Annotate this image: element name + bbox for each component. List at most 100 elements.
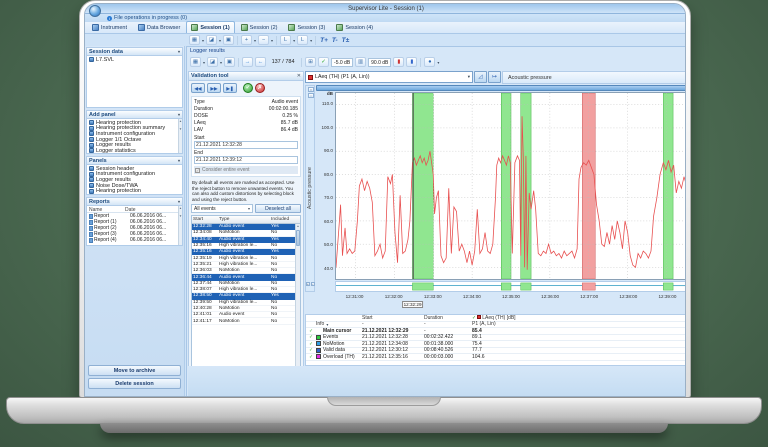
chevron-down-icon[interactable]: ▾ <box>271 38 273 43</box>
start-input[interactable]: 21.12.2021 12:32:28 <box>194 141 298 149</box>
scrollbar[interactable]: ▲▼ <box>178 206 182 245</box>
dock-icon[interactable]: ▫ <box>308 93 314 98</box>
app-logo-icon[interactable] <box>89 5 101 17</box>
checkbox[interactable]: ✓ <box>195 168 200 173</box>
chevron-down-icon[interactable]: ▾ <box>293 38 295 43</box>
zoom-out-icon[interactable]: − <box>258 35 269 45</box>
time-history-plot[interactable] <box>336 93 686 279</box>
event-filter-select[interactable]: All events ▾ <box>191 204 253 213</box>
close-icon[interactable]: ✕ <box>297 73 301 79</box>
series-selector[interactable]: LAeq (TH) (P1 (A, Lin)) ▾ <box>305 71 473 83</box>
range-low-field[interactable]: -5.0 dB <box>331 58 353 67</box>
panels-header[interactable]: Panels ▾ <box>86 156 183 165</box>
ribbon-tab[interactable]: Instrument <box>87 21 132 33</box>
end-input[interactable]: 21.12.2021 12:39:12 <box>194 156 298 164</box>
plus-icon[interactable]: + <box>306 282 310 286</box>
chevron-down-icon[interactable]: ▾ <box>202 38 204 43</box>
horizontal-zoom-bar[interactable] <box>316 85 686 91</box>
chart-type-icon[interactable]: ◪ <box>207 57 218 67</box>
accept-icon[interactable]: ✓ <box>318 57 329 67</box>
range-high-field[interactable]: 90.0 dB <box>368 58 391 67</box>
marker-swatch <box>316 341 321 346</box>
chevron-down-icon[interactable]: ▾ <box>203 60 205 65</box>
session-data-header[interactable]: Session data ▾ <box>86 47 183 56</box>
summary-row-name: Events <box>323 334 338 340</box>
marker-swatch <box>316 348 321 353</box>
chevron-down-icon[interactable]: ▾ <box>310 38 312 43</box>
summary-row[interactable]: ✓ Overload (TH) 21.12.2021 12:35:16 00:0… <box>306 354 686 361</box>
gallery-icon[interactable]: ▣ <box>224 57 235 67</box>
marker-blue-icon[interactable]: ▮ <box>406 57 417 67</box>
accept-event-button[interactable]: ✓ <box>243 83 253 93</box>
chevron-down-icon[interactable]: ▾ <box>219 38 221 43</box>
save-icon[interactable]: ▥ <box>355 57 366 67</box>
time-zoom-in-button[interactable]: T+ <box>319 37 329 44</box>
table-icon[interactable]: ▦ <box>190 57 201 67</box>
marker-red-icon[interactable]: ▮ <box>393 57 404 67</box>
grid-icon[interactable]: ⊞ <box>305 57 316 67</box>
summary-col-value[interactable]: LAeq (TH) [dB] <box>482 315 515 321</box>
layout-icon[interactable]: ▣ <box>223 35 234 45</box>
play-event-button[interactable]: ▶❚ <box>223 83 237 93</box>
scrollbar-thumb[interactable] <box>296 230 300 246</box>
prev-event-icon[interactable]: ← <box>255 57 266 67</box>
options-sphere-icon[interactable]: ● <box>424 57 435 67</box>
panel-item[interactable]: Hearing protection <box>87 188 182 194</box>
chevron-down-icon[interactable]: ▾ <box>254 38 256 43</box>
filter-icon[interactable]: ▾ <box>326 322 328 327</box>
session-file-item[interactable]: L7.SVL <box>87 57 182 63</box>
minus-icon[interactable]: − <box>311 282 315 286</box>
delete-session-button[interactable]: Delete session <box>88 378 181 389</box>
collapse-icon[interactable]: ▾ <box>178 112 180 117</box>
table-view-icon[interactable]: ▦ <box>189 35 200 45</box>
marker-strip[interactable] <box>335 281 686 292</box>
time-zoom-out-button[interactable]: T- <box>331 37 339 44</box>
level-max-icon[interactable]: L <box>297 35 308 45</box>
check-icon: ✓ <box>472 315 476 321</box>
consider-entire-event-row: ✓ Consider entire event <box>194 166 298 174</box>
next-event-icon[interactable]: → <box>242 57 253 67</box>
window-title: Supervisor Lite - Session (1) <box>348 6 424 12</box>
plot-area[interactable] <box>335 92 686 280</box>
chart-pan-icon[interactable]: ↦ <box>488 71 501 83</box>
summary-row-name: Valid data <box>323 347 345 353</box>
ribbon-tab[interactable]: Data Browser <box>133 21 185 33</box>
time-zoom-fit-button[interactable]: T± <box>341 37 351 44</box>
prev-event-button[interactable]: ◀◀ <box>191 83 205 93</box>
add-panel-header[interactable]: Add panel ▾ <box>86 110 183 119</box>
pin-icon[interactable]: ▪ <box>308 87 314 92</box>
summary-col-start[interactable]: Start <box>362 315 424 321</box>
deselect-all-button[interactable]: Deselect all <box>255 204 301 213</box>
add-panel-item[interactable]: Logger statistics <box>87 148 182 154</box>
summary-col-info[interactable]: Info <box>316 321 324 327</box>
event-row[interactable]: 12:41:17 NoMotion No <box>192 318 300 324</box>
chart-tab[interactable]: Acoustic pressure <box>502 71 686 84</box>
event-field: Type Audio event <box>194 99 298 106</box>
ribbon-tab[interactable]: Session (3) <box>283 21 330 33</box>
zoom-in-icon[interactable]: + <box>241 35 252 45</box>
panel-icon <box>89 143 94 148</box>
chart-mode-icon[interactable]: ◿ <box>474 71 487 83</box>
panels-list: Session header Instrument configuration … <box>86 165 183 195</box>
ribbon-tab[interactable]: Session (2) <box>236 21 283 33</box>
chevron-down-icon[interactable]: ▾ <box>437 60 439 65</box>
reject-event-button[interactable]: ✗ <box>255 83 265 93</box>
strip-buttons: + − <box>305 281 315 292</box>
scrollbar[interactable]: ▲▼ <box>178 119 182 153</box>
collapse-icon[interactable]: ▾ <box>178 199 180 204</box>
chart-view-icon[interactable]: ◪ <box>206 35 217 45</box>
next-event-button[interactable]: ▶▶ <box>207 83 221 93</box>
report-row[interactable]: Report (4) 06.06.2016 06... <box>87 237 182 243</box>
move-to-archive-button[interactable]: Move to archive <box>88 365 181 376</box>
ribbon-tab[interactable]: Session (1) <box>186 21 234 33</box>
ribbon-tab[interactable]: Session (4) <box>331 21 378 33</box>
summary-row-name: Overload (TH) <box>323 354 355 360</box>
collapse-icon[interactable]: ▾ <box>178 158 180 163</box>
chevron-down-icon[interactable]: ▾ <box>220 60 222 65</box>
tab-bar: Instrument Data Browser Session (1) Sess… <box>85 22 686 34</box>
summary-col-duration[interactable]: Duration <box>424 315 472 321</box>
validation-header[interactable]: Validation tool ✕ <box>189 72 303 81</box>
reports-header[interactable]: Reports ▾ <box>86 197 183 206</box>
level-min-icon[interactable]: L <box>280 35 291 45</box>
collapse-icon[interactable]: ▾ <box>178 49 180 54</box>
